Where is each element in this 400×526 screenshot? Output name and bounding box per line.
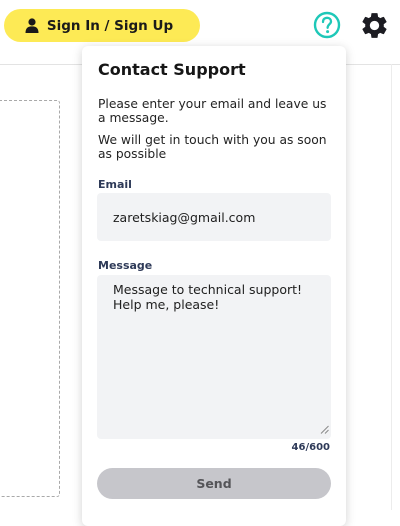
- user-icon: [25, 18, 39, 33]
- divider: [391, 64, 392, 510]
- dropzone-area[interactable]: [0, 100, 60, 497]
- message-value: Message to technical support! Help me, p…: [113, 282, 307, 312]
- sign-in-label: Sign In / Sign Up: [46, 17, 174, 34]
- contact-support-panel: Contact Support Please enter your email …: [82, 46, 346, 526]
- email-value: zaretskiag@gmail.com: [113, 209, 256, 225]
- intro-text: Please enter your email and leave us a m…: [98, 97, 327, 125]
- character-counter: 46/600: [291, 442, 330, 453]
- sign-in-button[interactable]: Sign In / Sign Up: [4, 9, 200, 42]
- gear-icon[interactable]: [359, 10, 390, 41]
- help-icon[interactable]: [313, 11, 341, 39]
- panel-title: Contact Support: [98, 60, 246, 79]
- email-field[interactable]: zaretskiag@gmail.com: [97, 193, 331, 241]
- email-label: Email: [98, 178, 132, 191]
- intro-text-followup: We will get in touch with you as soon as…: [98, 133, 327, 161]
- resize-handle-icon[interactable]: [320, 423, 329, 438]
- message-field[interactable]: Message to technical support! Help me, p…: [97, 275, 331, 439]
- message-label: Message: [98, 259, 153, 272]
- send-button[interactable]: Send: [97, 468, 331, 499]
